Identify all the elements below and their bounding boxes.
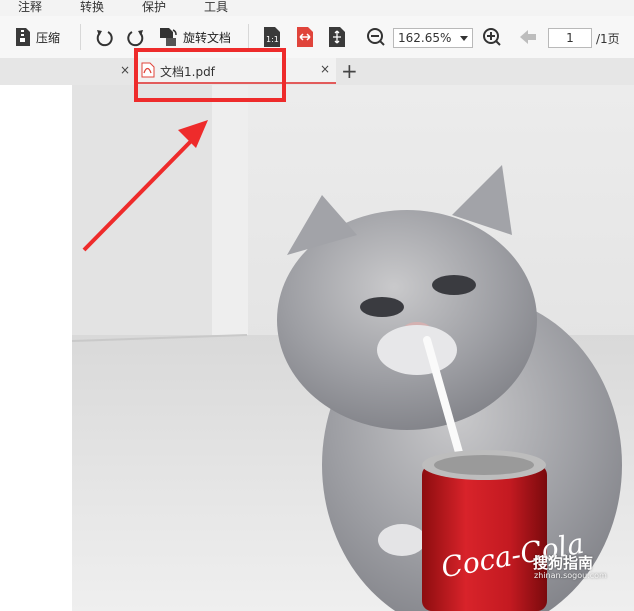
close-icon[interactable]: × bbox=[120, 63, 130, 77]
fit-page-button[interactable] bbox=[327, 24, 347, 50]
menu-protect[interactable]: 保护 bbox=[142, 0, 166, 16]
rotate-document-icon bbox=[160, 28, 177, 46]
zoom-in-button[interactable] bbox=[482, 24, 502, 50]
cat-with-soda-image: Coca-Cola bbox=[72, 85, 634, 611]
arrow-left-icon bbox=[520, 30, 536, 44]
toolbar-divider bbox=[248, 24, 249, 50]
toolbar-divider bbox=[80, 24, 81, 50]
fit-page-icon bbox=[329, 27, 345, 47]
compress-button[interactable]: 压缩 bbox=[14, 24, 60, 50]
svg-text:1:1: 1:1 bbox=[266, 35, 279, 44]
actual-size-icon: 1:1 bbox=[264, 27, 280, 47]
rotate-document-label: 旋转文档 bbox=[183, 30, 232, 45]
menu-annotate[interactable]: 注释 bbox=[18, 0, 42, 16]
actual-size-button[interactable]: 1:1 bbox=[262, 24, 282, 50]
zoom-value: 162.65% bbox=[398, 31, 452, 45]
toolbar: 压缩 旋转文档 1:1 bbox=[0, 16, 634, 58]
page-total: /1页 bbox=[596, 32, 620, 46]
zoom-out-icon bbox=[367, 28, 385, 46]
watermark-url: zhinan.sogou.com bbox=[534, 571, 607, 580]
compress-label: 压缩 bbox=[36, 30, 61, 45]
rotate-right-icon bbox=[127, 30, 144, 47]
fit-width-button[interactable] bbox=[295, 24, 315, 50]
add-tab-icon[interactable]: + bbox=[341, 58, 358, 84]
close-icon[interactable]: × bbox=[320, 62, 330, 76]
fit-width-icon bbox=[297, 27, 313, 47]
zoom-in-icon bbox=[483, 28, 501, 46]
document-page-image: Coca-Cola bbox=[72, 85, 634, 611]
compress-icon bbox=[16, 28, 30, 46]
annotation-highlight-box bbox=[134, 48, 286, 102]
zoom-select[interactable]: 162.65% bbox=[393, 28, 473, 48]
rotate-right-button[interactable] bbox=[126, 24, 146, 50]
menu-convert[interactable]: 转换 bbox=[80, 0, 104, 16]
zoom-out-button[interactable] bbox=[366, 24, 386, 50]
menu-tools[interactable]: 工具 bbox=[204, 0, 228, 16]
previous-page-button[interactable] bbox=[518, 24, 538, 50]
rotate-document-button[interactable]: 旋转文档 bbox=[157, 24, 231, 50]
menu-bar: 注释 转换 保护 工具 bbox=[0, 0, 634, 16]
chevron-down-icon bbox=[460, 36, 468, 41]
page-number-input[interactable]: 1 bbox=[548, 28, 592, 48]
watermark-brand: 搜狗指南 bbox=[533, 554, 594, 572]
rotate-left-icon bbox=[96, 30, 113, 47]
rotate-left-button[interactable] bbox=[94, 24, 114, 50]
